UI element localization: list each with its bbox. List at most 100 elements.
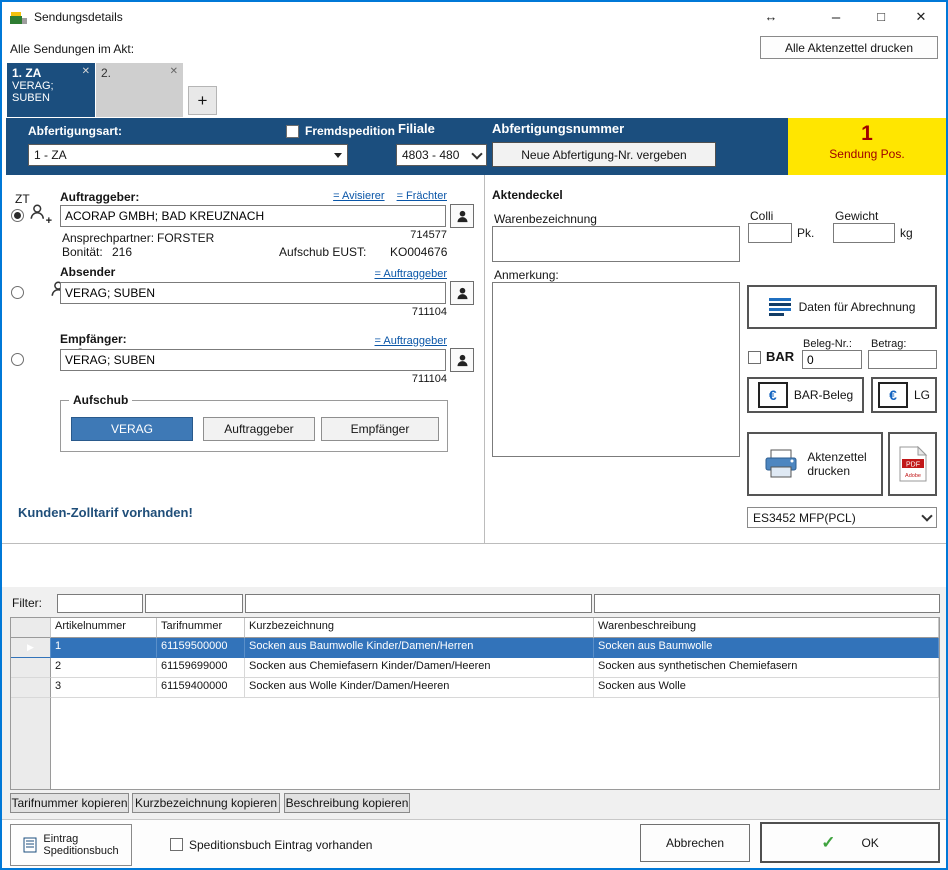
euro-icon: € [878,382,908,408]
window-title: Sendungsdetails [34,10,123,24]
filiale-select[interactable]: 4803 - 480 [396,144,487,166]
aufschub-auftraggeber-button[interactable]: Auftraggeber [203,417,315,441]
filter-label: Filter: [12,596,42,610]
radio-empfaenger[interactable] [11,353,24,366]
warenbezeichnung-label: Warenbezeichnung [494,212,597,226]
speditionsbuch-eintrag-button[interactable]: Eintrag Speditionsbuch [10,824,132,866]
add-tab-button[interactable]: + [188,86,217,115]
cell-warenbeschreibung: Socken aus Wolle [594,678,939,698]
aktenzettel-label-2: drucken [807,464,850,478]
empfaenger-auftraggeber-link[interactable]: = Auftraggeber [375,335,447,347]
empfaenger-input[interactable] [60,349,446,371]
gewicht-label: Gewicht [835,209,878,223]
abbrechen-button[interactable]: Abbrechen [640,824,750,862]
filiale-value: 4803 - 480 [402,148,459,162]
close-button[interactable]: ✕ [906,9,936,25]
aufschub-verag-button[interactable]: VERAG [71,417,193,441]
copy-tarifnummer-button[interactable]: Tarifnummer kopieren [10,793,129,813]
cell-warenbeschreibung: Socken aus synthetischen Chemiefasern [594,658,939,678]
fraechter-link[interactable]: = Frächter [397,190,447,202]
printer-value: ES3452 MFP(PCL) [753,511,856,525]
zolltarif-hinweis: Kunden-Zolltarif vorhanden! [18,505,193,520]
aufschub-group: Aufschub VERAG Auftraggeber Empfänger [60,400,448,452]
neue-abfertigungsnr-button[interactable]: Neue Abfertigung-Nr. vergeben [492,142,716,167]
absender-input[interactable] [60,282,446,304]
printer-select[interactable]: ES3452 MFP(PCL) [747,507,937,528]
radio-auftraggeber[interactable] [11,209,24,222]
absender-auftraggeber-link[interactable]: = Auftraggeber [375,268,447,280]
tab1-close-icon[interactable]: ✕ [82,66,90,80]
chevron-down-icon [471,148,482,159]
row-selector-marker: ▶ [11,638,51,658]
minimize-button[interactable]: – [821,9,851,26]
betrag-input[interactable] [868,350,937,369]
lg-button[interactable]: € LG [871,377,937,413]
speditionsbuch-checkbox[interactable] [170,838,183,851]
tab-sendung-2[interactable]: 2. ✕ [96,63,183,117]
absender-contact-button[interactable] [450,281,474,305]
fremdspedition-checkbox[interactable] [286,125,299,138]
gewicht-input[interactable] [833,223,895,243]
header-selector-cell [11,618,51,638]
pdf-export-button[interactable]: PDF Adobe [888,432,937,496]
row-selector-cell [11,678,51,698]
copy-kurzbezeichnung-button[interactable]: Kurzbezeichnung kopieren [132,793,280,813]
aktenzettel-drucken-button[interactable]: Aktenzettel drucken [747,432,883,496]
sendungsdetails-window: Sendungsdetails ↔ – □ ✕ Alle Sendungen i… [0,0,948,870]
aktenzettel-label-1: Aktenzettel [807,450,866,464]
filter-artikelnummer-input[interactable] [57,594,143,613]
cell-tarifnummer: 61159400000 [157,678,245,698]
cell-kurzbezeichnung: Socken aus Baumwolle Kinder/Damen/Herren [245,638,594,658]
header-warenbeschreibung[interactable]: Warenbeschreibung [594,618,939,638]
maximize-button[interactable]: □ [866,9,896,24]
auftraggeber-contact-button[interactable] [450,204,474,228]
resize-icon[interactable]: ↔ [756,9,786,24]
book-icon [23,837,37,853]
empfaenger-contact-button[interactable] [450,348,474,372]
kg-label: kg [900,226,913,240]
colli-input[interactable] [748,223,792,243]
person-icon [455,286,470,301]
cell-artikelnummer: 1 [51,638,157,658]
beleg-nr-input[interactable] [802,350,862,369]
bar-checkbox[interactable] [748,351,761,364]
header-tarifnummer[interactable]: Tarifnummer [157,618,245,638]
cell-kurzbezeichnung: Socken aus Chemiefasern Kinder/Damen/Hee… [245,658,594,678]
anmerkung-textarea[interactable] [492,282,740,457]
artikel-table: Artikelnummer Tarifnummer Kurzbezeichnun… [10,617,940,790]
bar-beleg-button[interactable]: € BAR-Beleg [747,377,864,413]
abfertigungsart-label: Abfertigungsart: [28,124,122,138]
auftraggeber-input[interactable] [60,205,446,227]
abfertigung-band: Abfertigungsart: Fremdspedition 1 - ZA F… [6,118,946,175]
filter-kurzbezeichnung-input[interactable] [245,594,592,613]
cell-kurzbezeichnung: Socken aus Wolle Kinder/Damen/Heeren [245,678,594,698]
avisierer-link[interactable]: = Avisierer [333,190,384,202]
bar-beleg-label: BAR-Beleg [794,388,853,402]
abfertigungsart-select[interactable]: 1 - ZA [28,144,348,166]
add-auftraggeber-icon[interactable]: + [29,203,47,224]
abfertigungsart-value: 1 - ZA [34,148,67,162]
table-row[interactable]: 3 61159400000 Socken aus Wolle Kinder/Da… [11,678,939,698]
copy-beschreibung-button[interactable]: Beschreibung kopieren [284,793,410,813]
daten-abrechnung-button[interactable]: Daten für Abrechnung [747,285,937,329]
aufschub-empfaenger-button[interactable]: Empfänger [321,417,439,441]
anmerkung-label: Anmerkung: [494,268,559,282]
ansprechpartner-value: FORSTER [157,231,214,245]
table-row[interactable]: ▶ 1 61159500000 Socken aus Baumwolle Kin… [11,638,939,658]
radio-absender[interactable] [11,286,24,299]
beleg-nr-label: Beleg-Nr.: [803,338,852,350]
filter-warenbeschreibung-input[interactable] [594,594,940,613]
warenbezeichnung-input[interactable] [492,226,740,262]
tab-sendung-1[interactable]: 1. ZA ✕ VERAG; SUBEN [7,63,95,117]
filter-tarifnummer-input[interactable] [145,594,243,613]
header-kurzbezeichnung[interactable]: Kurzbezeichnung [245,618,594,638]
empfaenger-label: Empfänger: [60,332,127,346]
lg-label: LG [914,388,930,402]
tab2-close-icon[interactable]: ✕ [170,66,178,80]
header-artikelnummer[interactable]: Artikelnummer [51,618,157,638]
tab1-line2: VERAG; [12,80,90,92]
print-all-aktenzettel-button[interactable]: Alle Aktenzettel drucken [760,36,938,59]
fremdspedition-label: Fremdspedition [305,124,395,138]
ok-button[interactable]: ✓ OK [760,822,940,863]
table-row[interactable]: 2 61159699000 Socken aus Chemiefasern Ki… [11,658,939,678]
